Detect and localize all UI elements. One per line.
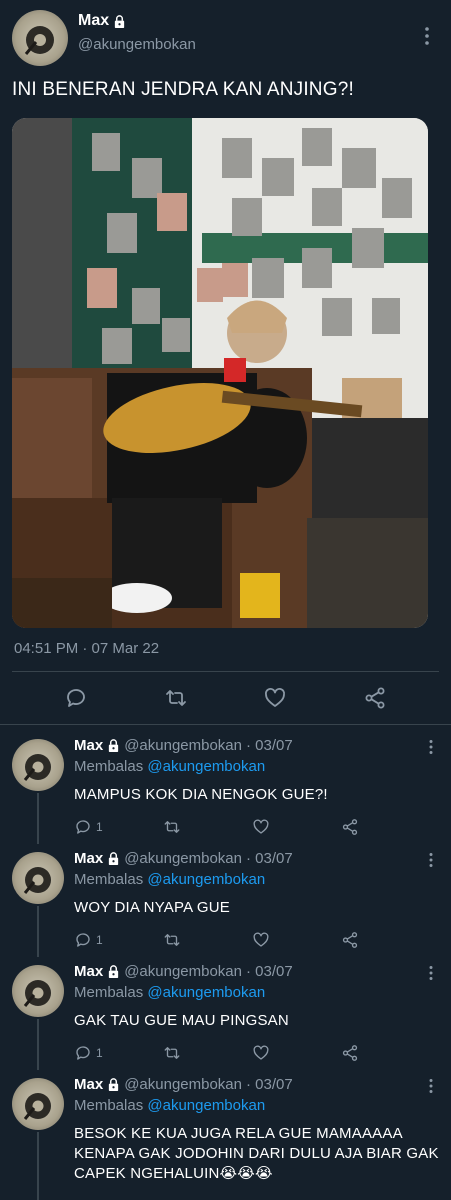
reply-author-handle[interactable]: @akungembokan [124,737,242,754]
reply-icon [76,820,90,834]
retweet-icon[interactable] [164,686,188,710]
retweet-button[interactable] [163,818,252,836]
reply-button[interactable]: 1 [74,818,163,836]
more-vertical-icon[interactable] [423,852,439,868]
reply-actions: 1 [74,931,439,949]
retweet-icon [164,1047,180,1059]
reply-author-name[interactable]: Max [74,850,103,867]
thread-line [37,1132,39,1200]
tweet-timestamp[interactable]: 04:51 PM · 07 Mar 22 [12,640,439,657]
reply-tweet[interactable]: Max @akungembokan · 03/07 Membalas @akun… [0,844,451,957]
retweet-icon [164,821,180,833]
share-button[interactable] [341,1044,430,1062]
more-vertical-icon[interactable] [417,26,437,46]
avatar[interactable] [12,852,64,904]
tweet-actions [12,672,439,724]
replying-to: Membalas @akungembokan [74,984,439,1001]
reply-count: 1 [96,1046,103,1060]
tweet-text: INI BENERAN JENDRA KAN ANJING?! [12,79,354,100]
replying-to: Membalas @akungembokan [74,871,439,888]
reply-thread: Max @akungembokan · 03/07 Membalas @akun… [0,731,451,1200]
reply-tweet[interactable]: Max @akungembokan · 03/07 Membalas @akun… [0,957,451,1070]
replying-prefix: Membalas [74,984,144,1001]
author-name[interactable]: Max [78,12,109,30]
reply-count: 1 [96,933,103,947]
reply-text: GAK TAU GUE MAU PINGSAN [74,1012,289,1029]
reply-author-handle[interactable]: @akungembokan [124,850,242,867]
mention-link[interactable]: @akungembokan [147,758,265,775]
reply-author-name[interactable]: Max [74,737,103,754]
reply-text: BESOK KE KUA JUGA RELA GUE MAMAAAAA KENA… [74,1125,439,1182]
heart-icon [253,819,269,834]
main-tweet: Max @akungembokan INI BENERAN JENDRA KAN… [0,0,451,725]
avatar[interactable] [12,1078,64,1130]
reply-tweet[interactable]: Max @akungembokan · 03/07 Membalas @akun… [0,731,451,844]
share-icon [342,1045,358,1061]
more-vertical-icon[interactable] [423,739,439,755]
reply-count: 1 [96,820,103,834]
thread-line [37,793,39,844]
replying-to: Membalas @akungembokan [74,1097,439,1114]
share-icon [342,932,358,948]
reply-date: · 03/07 [246,737,293,754]
heart-icon[interactable] [263,686,287,710]
more-vertical-icon[interactable] [423,1078,439,1094]
reply-date: · 03/07 [246,1076,293,1093]
reply-tweet[interactable]: Max @akungembokan · 03/07 Membalas @akun… [0,1070,451,1200]
reply-button[interactable]: 1 [74,931,163,949]
avatar[interactable] [12,10,68,66]
retweet-button[interactable] [163,1044,252,1062]
replying-to: Membalas @akungembokan [74,758,439,775]
mention-link[interactable]: @akungembokan [147,984,265,1001]
lock-icon [109,1078,119,1091]
reply-date: · 03/07 [246,963,293,980]
tweet-photo[interactable] [12,118,428,628]
divider [0,724,451,725]
replying-prefix: Membalas [74,1097,144,1114]
share-icon [342,819,358,835]
replying-prefix: Membalas [74,758,144,775]
reply-author-name[interactable]: Max [74,1076,103,1093]
heart-icon [253,932,269,947]
like-button[interactable] [252,818,341,836]
author-handle[interactable]: @akungembokan [78,36,417,53]
mention-link[interactable]: @akungembokan [147,1097,265,1114]
like-button[interactable] [252,1044,341,1062]
reply-author-handle[interactable]: @akungembokan [124,1076,242,1093]
retweet-button[interactable] [163,931,252,949]
tweet-header: Max @akungembokan [12,0,439,66]
reply-text: WOY DIA NYAPA GUE [74,899,230,916]
lock-icon [109,852,119,865]
reply-actions: 1 [74,1044,439,1062]
more-vertical-icon[interactable] [423,965,439,981]
heart-icon [253,1045,269,1060]
thread-line [37,1019,39,1070]
share-icon[interactable] [363,686,387,710]
reply-icon [76,933,90,947]
reply-author-handle[interactable]: @akungembokan [124,963,242,980]
like-button[interactable] [252,931,341,949]
lock-icon [109,965,119,978]
avatar[interactable] [12,739,64,791]
reply-icon[interactable] [64,686,88,710]
lock-icon [109,739,119,752]
avatar[interactable] [12,965,64,1017]
reply-date: · 03/07 [246,850,293,867]
reply-actions: 1 [74,818,439,836]
thread-line [37,906,39,957]
share-button[interactable] [341,818,430,836]
reply-author-name[interactable]: Max [74,963,103,980]
reply-button[interactable]: 1 [74,1044,163,1062]
share-button[interactable] [341,931,430,949]
mention-link[interactable]: @akungembokan [147,871,265,888]
replying-prefix: Membalas [74,871,144,888]
retweet-icon [164,934,180,946]
reply-text: MAMPUS KOK DIA NENGOK GUE?! [74,786,328,803]
reply-icon [76,1046,90,1060]
lock-icon [114,14,125,28]
